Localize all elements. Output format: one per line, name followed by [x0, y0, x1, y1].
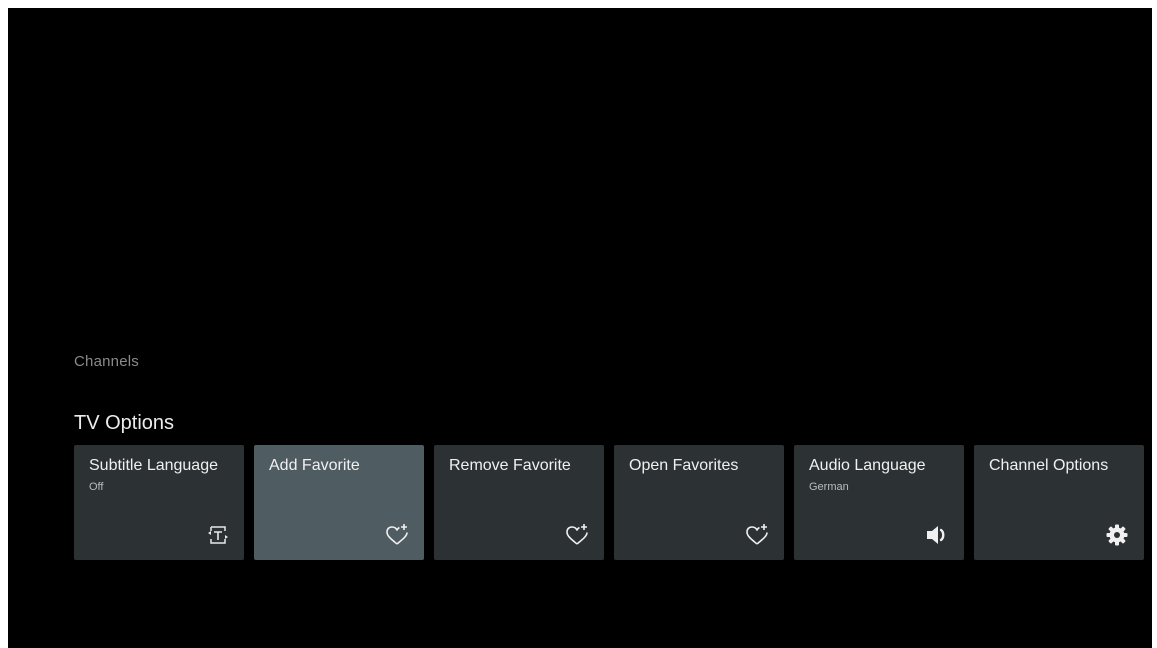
- audio-language-card[interactable]: Audio Language German: [794, 445, 964, 560]
- add-favorite-card[interactable]: Add Favorite: [254, 445, 424, 560]
- card-title: Open Favorites: [629, 457, 739, 474]
- card-title: Remove Favorite: [449, 457, 571, 474]
- heart-plus-icon: [744, 522, 770, 548]
- heart-plus-icon: [384, 522, 410, 548]
- gear-icon: [1104, 522, 1130, 548]
- open-favorites-card[interactable]: Open Favorites: [614, 445, 784, 560]
- section-label-channels: Channels: [74, 353, 139, 370]
- speaker-icon: [924, 522, 950, 548]
- card-title: Subtitle Language: [89, 457, 218, 474]
- subtitle-language-card[interactable]: Subtitle Language Off: [74, 445, 244, 560]
- tv-options-row: Subtitle Language Off Add Favorite Remov…: [74, 445, 1144, 560]
- card-subtitle: Off: [89, 481, 104, 493]
- channel-options-card[interactable]: Channel Options: [974, 445, 1144, 560]
- remove-favorite-card[interactable]: Remove Favorite: [434, 445, 604, 560]
- card-title: Audio Language: [809, 457, 926, 474]
- row-title-tv-options: TV Options: [74, 412, 175, 434]
- card-title: Add Favorite: [269, 457, 360, 474]
- heart-plus-icon: [564, 522, 590, 548]
- card-title: Channel Options: [989, 457, 1109, 474]
- card-subtitle: German: [809, 481, 849, 493]
- subtitle-icon: [204, 522, 230, 548]
- tv-screen: Channels TV Options Subtitle Language Of…: [8, 8, 1152, 648]
